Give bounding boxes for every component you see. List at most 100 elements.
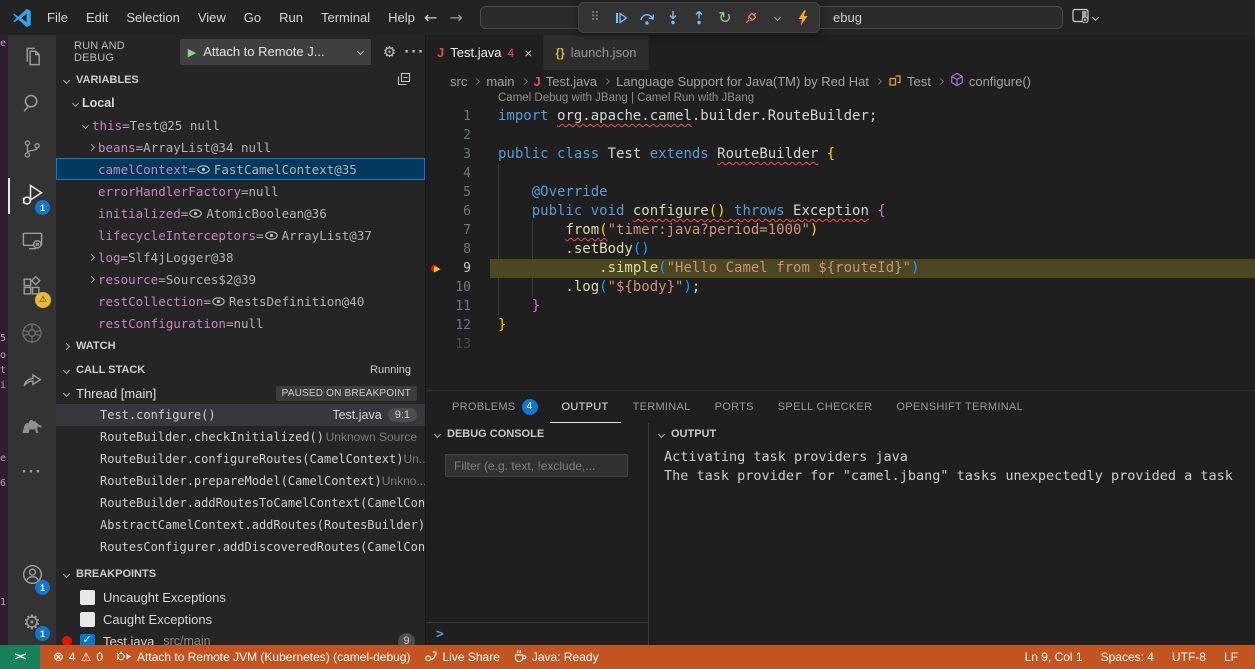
problems-status[interactable]: ⊗ 4 ⚠ 0	[53, 650, 103, 665]
accounts[interactable]: 1	[8, 553, 56, 599]
lightning-bolt-icon[interactable]	[795, 7, 811, 29]
breakpoints-section-header[interactable]: BREAKPOINTS	[56, 562, 425, 586]
breakpoint-row[interactable]: Uncaught Exceptions	[56, 586, 425, 608]
editor-tab[interactable]: JTest.java4×	[426, 35, 544, 70]
breadcrumb-item[interactable]: src	[450, 74, 467, 89]
extensions[interactable]: ⚠	[8, 265, 56, 311]
debug-console-input[interactable]: >	[426, 622, 648, 645]
remote-indicator[interactable]: ><	[0, 645, 40, 669]
back-icon[interactable]: ←	[424, 8, 437, 28]
search[interactable]	[8, 81, 56, 127]
variable-row[interactable]: errorHandlerFactory = null	[56, 180, 425, 202]
explorer[interactable]	[8, 35, 56, 81]
remote-explorer[interactable]	[8, 219, 56, 265]
variable-row[interactable]: beans = ArrayList@34 null	[56, 136, 425, 158]
share[interactable]	[8, 357, 56, 403]
layout-control[interactable]	[1072, 8, 1098, 26]
forward-icon[interactable]: →	[449, 8, 462, 28]
call-stack-frame[interactable]: RouteBuilder.configureRoutes(CamelContex…	[56, 448, 425, 470]
variable-row[interactable]: log = Slf4jLogger@38	[56, 246, 425, 268]
variable-row[interactable]: initialized = AtomicBoolean@36	[56, 202, 425, 224]
paused-breakpoint-icon[interactable]	[429, 259, 449, 278]
breakpoint-checkbox[interactable]	[80, 634, 95, 646]
menu-edit[interactable]: Edit	[77, 6, 117, 30]
start-debug-icon[interactable]: ▶	[188, 44, 196, 59]
chevron-down-icon[interactable]	[769, 7, 785, 29]
vscode-window: FileEditSelectionViewGoRunTerminalHelp ←…	[0, 0, 1255, 669]
step-into-icon[interactable]	[665, 7, 681, 29]
variable-row[interactable]: camelContext = FastCamelContext@35	[56, 158, 425, 180]
settings[interactable]: ⚙1	[8, 599, 56, 645]
code-editor[interactable]: 1import org.apache.camel.builder.RouteBu…	[426, 107, 1255, 354]
menu-run[interactable]: Run	[270, 6, 312, 30]
gear-icon[interactable]: ⚙	[383, 43, 396, 61]
source-control[interactable]	[8, 127, 56, 173]
continue-icon[interactable]	[613, 7, 629, 29]
step-out-icon[interactable]	[691, 7, 707, 29]
indentation-setting[interactable]: Spaces: 4	[1092, 650, 1163, 664]
eol-setting[interactable]: LF	[1215, 650, 1247, 664]
call-stack-frame[interactable]: RouteBuilder.addRoutesToCamelContext(Cam…	[56, 492, 425, 514]
run-and-debug[interactable]: 1	[8, 173, 56, 219]
menu-view[interactable]: View	[189, 6, 235, 30]
menu-terminal[interactable]: Terminal	[312, 6, 379, 30]
breakpoint-row[interactable]: Test.javasrc/main9	[56, 630, 425, 645]
breadcrumb-item[interactable]: JTest.java	[534, 74, 598, 89]
panel-tab-output[interactable]: OUTPUT	[550, 391, 621, 423]
sidebar-header: RUN AND DEBUG ▶ Attach to Remote J... ⚙ …	[56, 35, 425, 68]
call-stack-frame[interactable]: AbstractCamelContext.addRoutes(RoutesBui…	[56, 514, 425, 536]
menu-file[interactable]: File	[38, 6, 77, 30]
collapse-all-icon[interactable]	[397, 72, 411, 89]
variable-row[interactable]: restConfiguration = null	[56, 312, 425, 334]
panel-tab-ports[interactable]: PORTS	[703, 391, 766, 423]
breadcrumb-item[interactable]: Test	[888, 73, 931, 90]
thread-row[interactable]: Thread [main] PAUSED ON BREAKPOINT	[56, 382, 425, 404]
call-stack-frame[interactable]: RouteBuilder.checkInitialized()Unknown S…	[56, 426, 425, 448]
variable-row[interactable]: restCollection = RestsDefinition@40	[56, 290, 425, 312]
step-over-icon[interactable]	[639, 7, 655, 29]
panel-tab-problems[interactable]: PROBLEMS4	[440, 391, 550, 423]
menu-selection[interactable]: Selection	[117, 6, 188, 30]
variable-row[interactable]: Local	[56, 92, 425, 114]
menu-help[interactable]: Help	[379, 6, 424, 30]
debug-session-status[interactable]: Attach to Remote JVM (Kubernetes) (camel…	[116, 650, 410, 665]
more[interactable]: ···	[8, 449, 56, 495]
breadcrumb-item[interactable]: Language Support for Java(TM) by Red Hat	[616, 74, 869, 89]
more-actions-icon[interactable]: ···	[404, 44, 425, 60]
variable-row[interactable]: lifecycleInterceptors = ArrayList@37	[56, 224, 425, 246]
call-stack-frame[interactable]: Test.configure()Test.java9:1	[56, 404, 425, 426]
watch-section-header[interactable]: WATCH	[56, 334, 425, 358]
panel-tab-spell-checker[interactable]: SPELL CHECKER	[766, 391, 885, 423]
call-stack-frame[interactable]: RoutesConfigurer.addDiscoveredRoutes(Cam…	[56, 536, 425, 558]
codelens-links[interactable]: Camel Debug with JBang | Camel Run with …	[426, 92, 1255, 107]
cursor-position[interactable]: Ln 9, Col 1	[1016, 650, 1092, 664]
panel-tab-terminal[interactable]: TERMINAL	[621, 391, 703, 423]
close-icon[interactable]: ×	[524, 45, 532, 61]
variable-row[interactable]: this = Test@25 null	[56, 114, 425, 136]
disconnect-icon[interactable]	[743, 7, 759, 29]
camel[interactable]	[8, 403, 56, 449]
menu-go[interactable]: Go	[235, 6, 270, 30]
debug-console-header[interactable]: DEBUG CONSOLE	[426, 423, 648, 445]
panel-tab-openshift-terminal[interactable]: OPENSHIFT TERMINAL	[884, 391, 1035, 423]
debug-console-filter-input[interactable]	[445, 454, 628, 477]
output-header[interactable]: OUTPUT	[650, 423, 1255, 445]
breakpoint-checkbox[interactable]	[80, 612, 95, 627]
drag-handle-icon[interactable]: ⠿	[587, 7, 603, 29]
kubernetes[interactable]	[8, 311, 56, 357]
variable-row[interactable]: resource = Sources$2@39	[56, 268, 425, 290]
breakpoint-checkbox[interactable]	[80, 590, 95, 605]
editor-tab[interactable]: {}launch.json	[544, 35, 648, 70]
equals-sign: =	[188, 162, 196, 177]
call-stack-frame[interactable]: RouteBuilder.prepareModel(CamelContext)U…	[56, 470, 425, 492]
live-share-status[interactable]: Live Share	[424, 649, 500, 665]
launch-config-dropdown[interactable]: ▶ Attach to Remote J...	[180, 39, 371, 65]
restart-icon[interactable]: ↻	[717, 7, 733, 29]
breakpoint-row[interactable]: Caught Exceptions	[56, 608, 425, 630]
call-stack-section-header[interactable]: CALL STACK Running	[56, 358, 425, 382]
java-status[interactable]: Java: Ready	[513, 649, 599, 665]
breadcrumb-item[interactable]: main	[486, 74, 514, 89]
encoding-setting[interactable]: UTF-8	[1163, 650, 1215, 664]
variables-section-header[interactable]: VARIABLES	[56, 68, 425, 92]
breadcrumb-item[interactable]: configure()	[950, 72, 1031, 90]
